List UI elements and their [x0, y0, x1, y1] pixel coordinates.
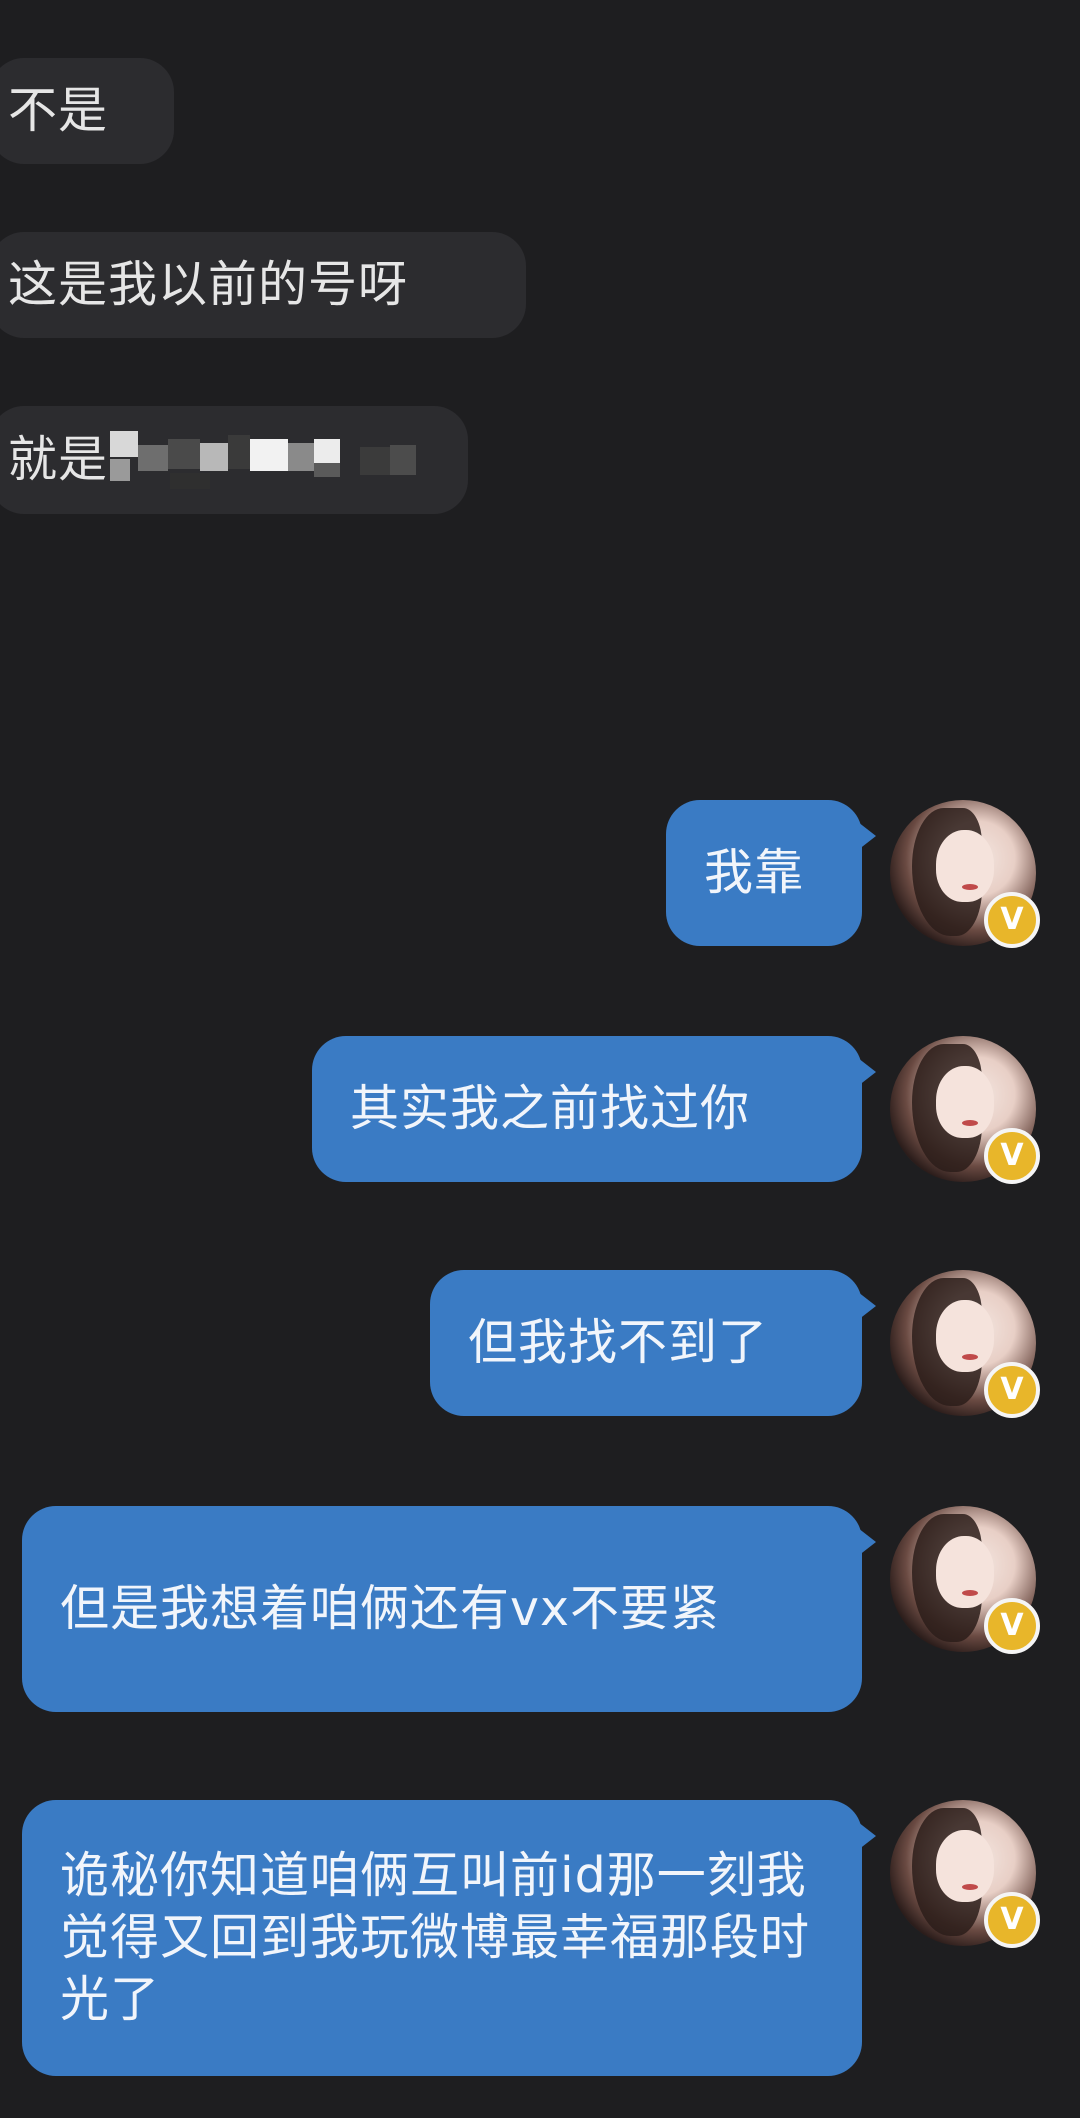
verified-badge-icon: V — [984, 1128, 1040, 1184]
avatar-lips — [962, 1120, 978, 1126]
verified-badge-icon: V — [984, 1598, 1040, 1654]
message-text: 就是 — [8, 431, 109, 488]
user-avatar[interactable]: V — [890, 1036, 1040, 1184]
outgoing-message[interactable]: 其实我之前找过你 — [312, 1036, 876, 1182]
message-text: 不是 — [8, 82, 109, 139]
incoming-message[interactable]: 这是我以前的号呀 — [0, 232, 526, 338]
bubble-tail — [858, 1822, 876, 1850]
avatar-face — [936, 1536, 994, 1608]
outgoing-message[interactable]: 我靠 — [666, 800, 876, 946]
bubble-tail — [858, 1292, 876, 1320]
message-text: 但我找不到了 — [468, 1314, 769, 1371]
avatar-lips — [962, 884, 978, 890]
avatar-lips — [962, 1590, 978, 1596]
redacted-text-mosaic — [110, 425, 440, 495]
outgoing-message[interactable]: 但是我想着咱俩还有vx不要紧 — [22, 1506, 876, 1712]
bubble-tail — [858, 1528, 876, 1556]
user-avatar[interactable]: V — [890, 1800, 1040, 1948]
message-text: 其实我之前找过你 — [350, 1080, 751, 1137]
avatar-lips — [962, 1354, 978, 1360]
avatar-face — [936, 1066, 994, 1138]
message-text: 但是我想着咱俩还有vx不要紧 — [60, 1580, 720, 1637]
message-text: 我靠 — [704, 844, 805, 901]
verified-badge-icon: V — [984, 1892, 1040, 1948]
bubble-tail — [858, 1058, 876, 1086]
incoming-message[interactable]: 不是 — [0, 58, 174, 164]
message-text: 诡秘你知道咱俩互叫前id那一刻我觉得又回到我玩微博最幸福那段时光了 — [60, 1847, 811, 2028]
bubble-tail — [858, 822, 876, 850]
verified-badge-icon: V — [984, 1362, 1040, 1418]
verified-badge-icon: V — [984, 892, 1040, 948]
avatar-face — [936, 1830, 994, 1902]
message-text: 这是我以前的号呀 — [8, 256, 409, 313]
user-avatar[interactable]: V — [890, 800, 1040, 948]
avatar-lips — [962, 1884, 978, 1890]
incoming-message[interactable]: 就是 — [0, 406, 468, 514]
outgoing-message[interactable]: 诡秘你知道咱俩互叫前id那一刻我觉得又回到我玩微博最幸福那段时光了 — [22, 1800, 876, 2076]
avatar-face — [936, 1300, 994, 1372]
avatar-face — [936, 830, 994, 902]
user-avatar[interactable]: V — [890, 1506, 1040, 1654]
chat-thread: 不是 这是我以前的号呀 就是 我靠 V 其实我之前找过你 V 但我找不到了 V … — [0, 0, 1080, 2118]
user-avatar[interactable]: V — [890, 1270, 1040, 1418]
outgoing-message[interactable]: 但我找不到了 — [430, 1270, 876, 1416]
